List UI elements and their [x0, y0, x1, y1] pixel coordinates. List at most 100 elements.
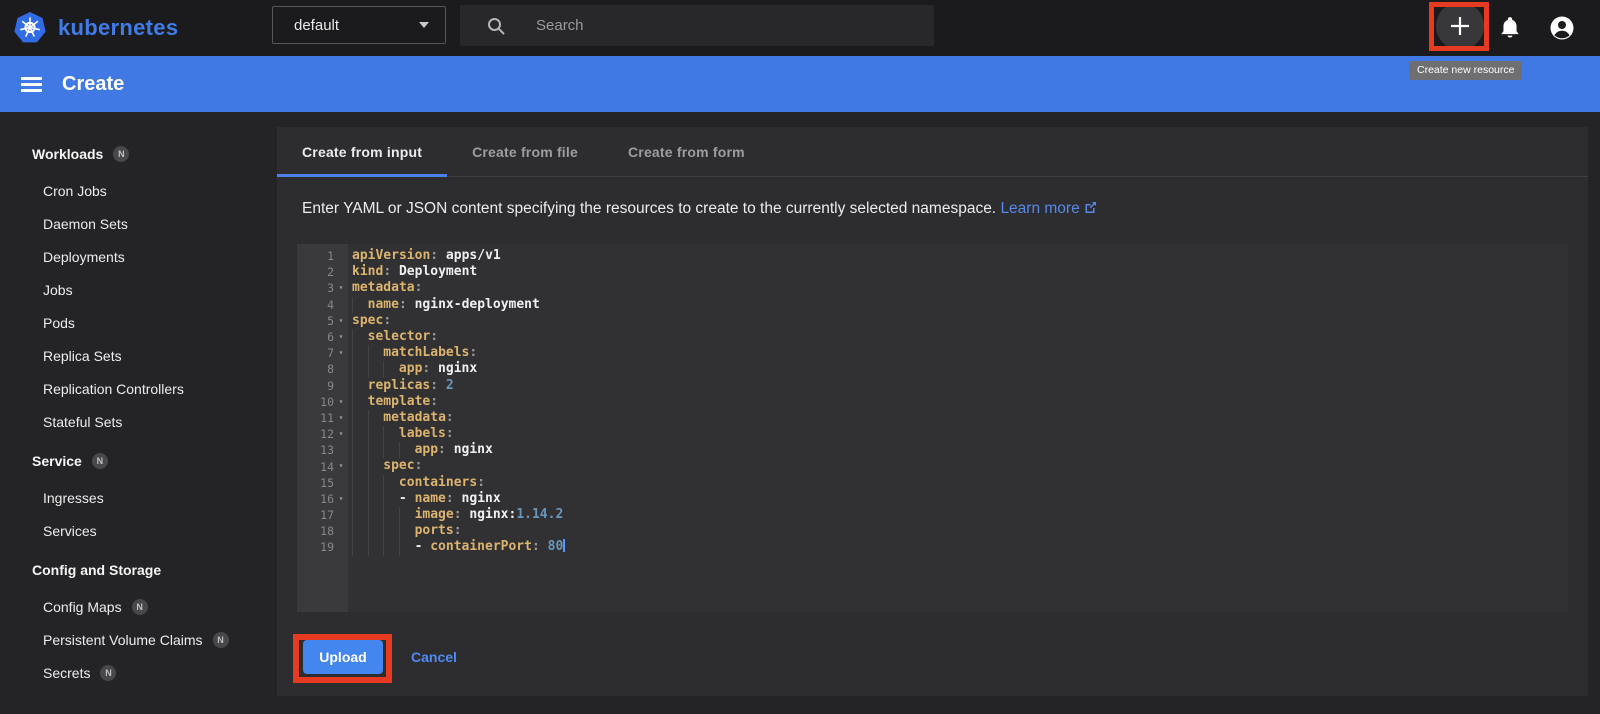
indent-guide [368, 361, 384, 377]
code-line[interactable]: matchLabels: [352, 345, 1568, 361]
code-line[interactable]: selector: [352, 329, 1568, 345]
tab-create-from-file[interactable]: Create from file [447, 127, 603, 176]
code-line[interactable]: - name: nginx [352, 491, 1568, 507]
code-token: nginx [453, 490, 501, 506]
sidebar-item-ingresses[interactable]: Ingresses [0, 481, 277, 514]
sidebar-item-label: Cron Jobs [43, 182, 107, 199]
line-number: 18 [320, 524, 334, 539]
gutter-row: 13 [297, 442, 348, 458]
code-token: nginx [430, 361, 478, 377]
fold-icon[interactable]: ▾ [334, 426, 348, 442]
account-button[interactable] [1548, 14, 1576, 42]
code-line[interactable]: spec: [352, 313, 1568, 329]
page: kubernetes default Search Create Workloa… [0, 0, 1600, 714]
sidebar-item-jobs[interactable]: Jobs [0, 273, 277, 306]
description-text: Enter YAML or JSON content specifying th… [302, 200, 997, 217]
fold-icon[interactable]: ▾ [334, 280, 348, 296]
learn-more-link[interactable]: Learn more [1000, 200, 1096, 217]
code-line[interactable]: replicas: 2 [352, 378, 1568, 394]
sidebar-item-persistent-volume-claims[interactable]: Persistent Volume Claims N [0, 623, 277, 656]
code-line[interactable]: kind: Deployment [352, 264, 1568, 280]
upload-button[interactable]: Upload [303, 640, 383, 674]
sidebar-header-config-and-storage[interactable]: Config and Storage [0, 560, 277, 580]
code-token: : [383, 312, 392, 328]
namespace-selector[interactable]: default [272, 6, 446, 44]
fold-icon[interactable]: ▾ [334, 410, 348, 426]
fold-icon[interactable]: ▾ [334, 329, 348, 345]
app-bar: Create [0, 56, 1600, 112]
sidebar-item-replication-controllers[interactable]: Replication Controllers [0, 372, 277, 405]
code-token: - [414, 539, 431, 555]
line-number: 12 [320, 427, 334, 442]
code-token: nginx-deployment [406, 296, 540, 312]
code-token: selector [367, 328, 431, 344]
search-bar[interactable] [460, 5, 934, 46]
code-token: image [414, 507, 454, 522]
code-token: : [430, 248, 439, 263]
create-new-resource-button[interactable] [1436, 2, 1484, 50]
indent-guide [352, 426, 368, 442]
code-line[interactable]: apiVersion: apps/v1 [352, 248, 1568, 264]
line-number: 10 [320, 394, 334, 409]
indent-guide [368, 458, 384, 474]
code-line[interactable]: app: nginx [352, 361, 1568, 377]
code-line[interactable]: ports: [352, 523, 1568, 539]
indent-guide [352, 378, 368, 394]
code-token: : [531, 539, 540, 555]
line-number: 16 [320, 491, 334, 506]
code-line[interactable]: metadata: [352, 410, 1568, 426]
sidebar-item-config-maps[interactable]: Config Maps N [0, 590, 277, 623]
code-line[interactable]: - containerPort: 80 [352, 539, 1568, 555]
line-number: 8 [327, 362, 334, 377]
sidebar-item-label: Secrets [43, 664, 91, 681]
sidebar-header-label: Service [32, 453, 82, 469]
line-number: 11 [320, 410, 334, 425]
line-number: 2 [327, 265, 334, 280]
tab-create-from-input[interactable]: Create from input [277, 127, 448, 177]
fold-icon[interactable]: ▾ [334, 345, 348, 361]
code-line[interactable]: metadata: [352, 280, 1568, 296]
sidebar-header-service[interactable]: Service N [0, 451, 277, 471]
fold-icon[interactable]: ▾ [334, 313, 348, 329]
cancel-button[interactable]: Cancel [405, 648, 463, 666]
code-line[interactable]: app: nginx [352, 442, 1568, 458]
code-line[interactable]: template: [352, 394, 1568, 410]
sidebar-item-label: Services [43, 522, 97, 539]
sidebar-item-services[interactable]: Services [0, 514, 277, 547]
sidebar-item-deployments[interactable]: Deployments [0, 240, 277, 273]
sidebar-item-stateful-sets[interactable]: Stateful Sets [0, 405, 277, 438]
editor-gutter: 1 2 3 ▾ 4 5 ▾ 6 ▾ 7 ▾ 8 9 10 ▾ 11 ▾ 12 ▾ 13 14 ▾ 15 16 ▾ 17 18 19 [297, 244, 348, 612]
indent-guide [368, 410, 384, 426]
external-link-icon [1085, 202, 1096, 213]
brand-title[interactable]: kubernetes [58, 0, 178, 56]
gutter-row: 8 [297, 361, 348, 377]
code-line[interactable]: image: nginx:1.14.2 [352, 507, 1568, 523]
fold-icon[interactable]: ▾ [334, 394, 348, 410]
code-line[interactable]: containers: [352, 475, 1568, 491]
fold-icon[interactable]: ▾ [334, 491, 348, 507]
sidebar-item-cron-jobs[interactable]: Cron Jobs [0, 174, 277, 207]
notifications-button[interactable] [1496, 14, 1524, 42]
sidebar-item-pods[interactable]: Pods [0, 306, 277, 339]
code-line[interactable]: labels: [352, 426, 1568, 442]
search-input[interactable] [534, 16, 894, 35]
code-token: metadata [352, 280, 415, 296]
yaml-editor[interactable]: 1 2 3 ▾ 4 5 ▾ 6 ▾ 7 ▾ 8 9 10 ▾ 11 ▾ 12 ▾ 13 14 ▾ 15 16 ▾ 17 18 19 a… [297, 244, 1568, 612]
menu-icon[interactable] [21, 76, 42, 92]
code-line[interactable]: name: nginx-deployment [352, 297, 1568, 313]
sidebar-item-daemon-sets[interactable]: Daemon Sets [0, 207, 277, 240]
new-badge: N [113, 146, 130, 162]
line-number: 4 [327, 297, 334, 312]
fold-icon[interactable]: ▾ [334, 458, 348, 474]
sidebar-header-workloads[interactable]: Workloads N [0, 144, 277, 164]
sidebar-item-replica-sets[interactable]: Replica Sets [0, 339, 277, 372]
code-token: : [398, 296, 407, 312]
line-number: 14 [320, 459, 334, 474]
indent-guide [399, 442, 415, 458]
tab-create-from-form[interactable]: Create from form [603, 127, 770, 176]
indent-guide [352, 491, 368, 507]
sidebar-item-secrets[interactable]: Secrets N [0, 656, 277, 689]
code-token: : [445, 490, 454, 506]
editor-code-area[interactable]: apiVersion: apps/v1 kind: Deployment metad… [348, 244, 1568, 612]
code-line[interactable]: spec: [352, 458, 1568, 474]
